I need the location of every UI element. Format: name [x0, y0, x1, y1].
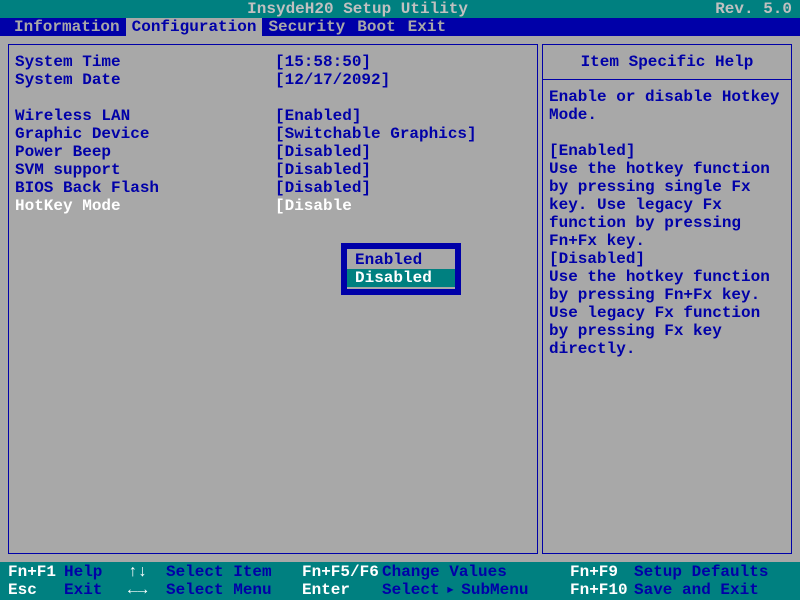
label-power-beep: Power Beep: [15, 143, 275, 161]
key-esc: Esc: [8, 581, 37, 599]
desc-help: Help: [64, 563, 102, 581]
tab-security[interactable]: Security: [262, 18, 351, 36]
key-enter: Enter: [302, 581, 350, 599]
dropdown-option-enabled[interactable]: Enabled: [347, 251, 455, 269]
row-graphic-device[interactable]: Graphic Device [Switchable Graphics]: [15, 125, 531, 143]
key-f9: Fn+F9: [570, 563, 618, 581]
label-svm-support: SVM support: [15, 161, 275, 179]
help-title: Item Specific Help: [543, 45, 791, 80]
value-wireless-lan: [Enabled]: [275, 107, 361, 125]
key-updown: ↑↓: [128, 563, 147, 581]
settings-panel: System Time [15:58:50] System Date [12/1…: [8, 44, 538, 554]
footer-bar: Fn+F1 Help ↑↓ Select Item Fn+F5/F6 Chang…: [0, 562, 800, 600]
value-hotkey-mode: [Disable: [275, 197, 352, 215]
menu-bar: Information Configuration Security Boot …: [0, 18, 800, 36]
desc-exit: Exit: [64, 581, 102, 599]
tab-exit[interactable]: Exit: [402, 18, 452, 36]
tab-boot[interactable]: Boot: [351, 18, 401, 36]
triangle-icon: ▸: [446, 581, 456, 599]
label-hotkey-mode: HotKey Mode: [15, 197, 275, 215]
row-svm-support[interactable]: SVM support [Disabled]: [15, 161, 531, 179]
key-f5f6: Fn+F5/F6: [302, 563, 379, 581]
main-area: System Time [15:58:50] System Date [12/1…: [0, 36, 800, 562]
value-bios-back-flash: [Disabled]: [275, 179, 371, 197]
desc-select: Select: [382, 581, 440, 599]
row-bios-back-flash[interactable]: BIOS Back Flash [Disabled]: [15, 179, 531, 197]
key-f1: Fn+F1: [8, 563, 56, 581]
dropdown-option-disabled[interactable]: Disabled: [347, 269, 455, 287]
tab-configuration[interactable]: Configuration: [126, 18, 263, 36]
title-bar: InsydeH20 Setup Utility Rev. 5.0: [0, 0, 800, 18]
key-f10: Fn+F10: [570, 581, 628, 599]
help-panel: Item Specific Help Enable or disable Hot…: [542, 44, 792, 554]
value-system-time: [15:58:50]: [275, 53, 371, 71]
desc-change-values: Change Values: [382, 563, 507, 581]
label-bios-back-flash: BIOS Back Flash: [15, 179, 275, 197]
row-system-time[interactable]: System Time [15:58:50]: [15, 53, 531, 71]
bios-screen: InsydeH20 Setup Utility Rev. 5.0 Informa…: [0, 0, 800, 600]
key-leftright: ←→: [128, 581, 147, 599]
value-power-beep: [Disabled]: [275, 143, 371, 161]
desc-select-item: Select Item: [166, 563, 272, 581]
row-power-beep[interactable]: Power Beep [Disabled]: [15, 143, 531, 161]
revision-label: Rev. 5.0: [715, 0, 800, 18]
help-body: Enable or disable Hotkey Mode. [Enabled]…: [543, 80, 791, 366]
desc-select-menu: Select Menu: [166, 581, 272, 599]
label-system-time: System Time: [15, 53, 275, 71]
label-wireless-lan: Wireless LAN: [15, 107, 275, 125]
row-hotkey-mode[interactable]: HotKey Mode [Disable: [15, 197, 531, 215]
hotkey-mode-dropdown[interactable]: Enabled Disabled: [341, 243, 461, 295]
spacer: [15, 89, 531, 107]
label-graphic-device: Graphic Device: [15, 125, 275, 143]
desc-setup-defaults: Setup Defaults: [634, 563, 768, 581]
value-system-date: [12/17/2092]: [275, 71, 390, 89]
row-system-date[interactable]: System Date [12/17/2092]: [15, 71, 531, 89]
desc-save-exit: Save and Exit: [634, 581, 759, 599]
desc-submenu: SubMenu: [461, 581, 528, 599]
utility-title: InsydeH20 Setup Utility: [0, 0, 715, 18]
tab-information[interactable]: Information: [8, 18, 126, 36]
value-svm-support: [Disabled]: [275, 161, 371, 179]
value-graphic-device: [Switchable Graphics]: [275, 125, 477, 143]
label-system-date: System Date: [15, 71, 275, 89]
row-wireless-lan[interactable]: Wireless LAN [Enabled]: [15, 107, 531, 125]
